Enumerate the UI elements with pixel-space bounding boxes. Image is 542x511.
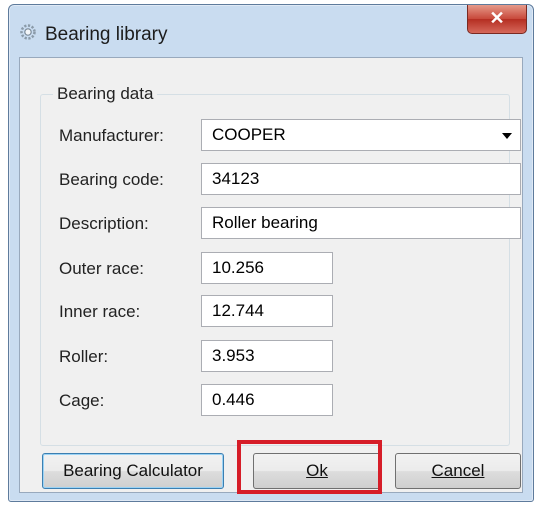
- chevron-down-icon[interactable]: [502, 133, 512, 139]
- bearing-code-label: Bearing code:: [59, 170, 164, 189]
- cancel-button[interactable]: Cancel: [395, 453, 521, 489]
- gear-icon: [20, 24, 36, 40]
- description-value: Roller bearing: [212, 213, 318, 232]
- window-title: Bearing library: [45, 24, 168, 45]
- bearing-calculator-label: Bearing Calculator: [63, 461, 203, 480]
- cage-value: 0.446: [212, 390, 255, 409]
- inner-race-value: 12.744: [212, 301, 264, 320]
- dialog-client-area: Bearing data Manufacturer: COOPER Bearin…: [19, 57, 523, 493]
- ok-button-highlight: [237, 440, 382, 494]
- bearing-code-field[interactable]: 34123: [201, 163, 521, 195]
- roller-field[interactable]: 3.953: [201, 340, 333, 372]
- title-bar[interactable]: Bearing library ✕: [9, 5, 533, 55]
- cancel-label: Cancel: [431, 461, 485, 480]
- manufacturer-label: Manufacturer:: [59, 126, 164, 145]
- bearing-calculator-button[interactable]: Bearing Calculator: [42, 453, 224, 489]
- groupbox-legend: Bearing data: [53, 84, 158, 104]
- cage-label: Cage:: [59, 391, 105, 410]
- cage-field[interactable]: 0.446: [201, 384, 333, 416]
- close-icon: ✕: [489, 8, 505, 28]
- bearing-data-groupbox: Bearing data Manufacturer: COOPER Bearin…: [40, 84, 521, 446]
- bearing-library-window: Bearing library ✕ Bearing data Manufactu…: [8, 4, 534, 502]
- close-button[interactable]: ✕: [467, 5, 527, 34]
- description-label: Description:: [59, 214, 149, 233]
- outer-race-value: 10.256: [212, 258, 264, 277]
- description-field[interactable]: Roller bearing: [201, 207, 521, 239]
- outer-race-field[interactable]: 10.256: [201, 252, 333, 284]
- outer-race-label: Outer race:: [59, 259, 145, 278]
- roller-label: Roller:: [59, 347, 109, 366]
- roller-value: 3.953: [212, 346, 255, 365]
- manufacturer-value: COOPER: [212, 125, 286, 144]
- manufacturer-combobox[interactable]: COOPER: [201, 119, 521, 151]
- bearing-code-value: 34123: [212, 169, 260, 188]
- inner-race-label: Inner race:: [59, 302, 141, 321]
- inner-race-field[interactable]: 12.744: [201, 295, 333, 327]
